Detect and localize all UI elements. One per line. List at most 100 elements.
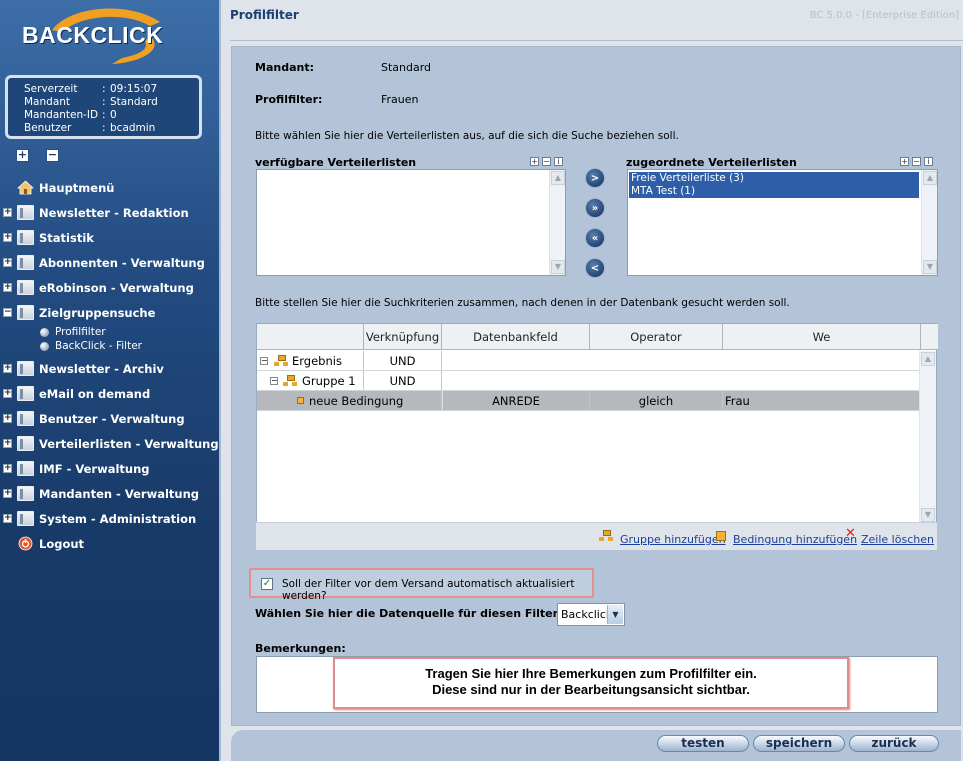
nav-item-hauptmenue[interactable]: Hauptmenü (0, 175, 221, 200)
mandant-value: Standard (381, 61, 432, 74)
row-name: neue Bedingung (309, 394, 404, 408)
expand-icon[interactable]: + (3, 208, 12, 217)
assigned-lists-box[interactable]: Freie Verteilerliste (3) MTA Test (1) ▲ ▼ (627, 169, 938, 276)
table-row-selected[interactable]: neue Bedingung ANREDE gleich Frau (257, 391, 921, 411)
profilfilter-value: Frauen (381, 93, 419, 106)
move-left-button[interactable]: < (585, 258, 605, 278)
move-right-button[interactable]: > (585, 168, 605, 188)
expand-icon[interactable]: + (3, 364, 12, 373)
list-item[interactable]: Freie Verteilerliste (3) (629, 172, 919, 185)
grid-scrollbar[interactable]: ▲ ▼ (919, 351, 936, 523)
back-button[interactable]: zurück (849, 735, 939, 752)
add-group-link[interactable]: Gruppe hinzufügen (620, 533, 726, 546)
expand-icon[interactable]: + (3, 389, 12, 398)
collapse-icon[interactable]: − (260, 357, 268, 365)
expand-icon[interactable]: + (3, 489, 12, 498)
expand-icon[interactable]: + (3, 258, 12, 267)
link-cell[interactable]: UND (364, 351, 442, 371)
nav-label: Logout (39, 536, 85, 551)
nav-label: Benutzer - Verwaltung (39, 411, 185, 426)
expand-all-icon[interactable]: + (16, 149, 29, 162)
nav-item-statistik[interactable]: + Statistik (0, 225, 221, 250)
add-icon[interactable]: + (530, 157, 539, 166)
collapse-icon[interactable]: − (3, 308, 12, 317)
nav-item-newsletter-redaktion[interactable]: + Newsletter - Redaktion (0, 200, 221, 225)
nav-sublabel: Profilfilter (55, 326, 106, 338)
nav-item-abonnenten-verwaltung[interactable]: + Abonnenten - Verwaltung (0, 250, 221, 275)
info-icon[interactable]: i (554, 157, 563, 166)
nav-item-imf-verwaltung[interactable]: + IMF - Verwaltung (0, 456, 221, 481)
delete-icon: ✕ (845, 526, 856, 541)
lists-hint: Bitte wählen Sie hier die Verteilerliste… (255, 130, 679, 142)
add-condition-link[interactable]: Bedingung hinzufügen (733, 533, 857, 546)
column-header[interactable]: Operator (590, 324, 723, 350)
form-panel: Mandant: Standard Profilfilter: Frauen B… (231, 46, 961, 726)
collapse-all-icon[interactable]: − (46, 149, 59, 162)
add-icon[interactable]: + (900, 157, 909, 166)
scrollbar[interactable]: ▲ ▼ (921, 170, 937, 275)
folder-icon (17, 205, 34, 220)
home-icon (17, 180, 34, 195)
grid-actions: Gruppe hinzufügen Bedingung hinzufügen ✕… (256, 522, 937, 550)
chevron-down-icon[interactable]: ▼ (607, 605, 623, 624)
collapse-icon[interactable]: − (270, 377, 278, 385)
nav-sublabel: BackClick - Filter (55, 340, 142, 352)
info-row: Serverzeit:09:15:07 (24, 83, 158, 95)
nav-label: Newsletter - Archiv (39, 361, 164, 376)
auto-update-checkbox[interactable]: ✓ (261, 578, 273, 590)
row-name: Ergebnis (292, 354, 342, 368)
nav-subitem-backclick-filter[interactable]: BackClick - Filter (0, 339, 221, 353)
empty-cell (442, 351, 921, 371)
test-button[interactable]: testen (657, 735, 749, 752)
nav-item-verteilerlisten-verwaltung[interactable]: + Verteilerlisten - Verwaltung (0, 431, 221, 456)
nav-item-system-administration[interactable]: + System - Administration (0, 506, 221, 531)
move-all-left-button[interactable]: « (585, 228, 605, 248)
list-item[interactable]: MTA Test (1) (629, 185, 919, 198)
column-header[interactable]: We (723, 324, 921, 350)
delete-row-link[interactable]: Zeile löschen (861, 533, 934, 546)
logout-icon (18, 536, 33, 551)
expand-icon[interactable]: + (3, 439, 12, 448)
field-cell[interactable]: ANREDE (442, 391, 590, 411)
nav-item-logout[interactable]: Logout (0, 531, 221, 556)
remarks-label: Bemerkungen: (255, 642, 346, 655)
nav-item-email-on-demand[interactable]: + eMail on demand (0, 381, 221, 406)
expand-icon[interactable]: + (3, 414, 12, 423)
nav-item-erobinson-verwaltung[interactable]: + eRobinson - Verwaltung (0, 275, 221, 300)
page-title: Profilfilter (230, 8, 299, 22)
table-row[interactable]: − Ergebnis UND (257, 351, 921, 371)
grid-scroll-corner (921, 324, 938, 350)
value-cell[interactable]: Frau (723, 391, 921, 411)
nav-item-zielgruppensuche[interactable]: − Zielgruppensuche (0, 300, 221, 325)
datasource-select[interactable]: Backclick ▼ (557, 603, 625, 626)
remove-icon[interactable]: − (542, 157, 551, 166)
info-value: bcadmin (110, 122, 156, 134)
expand-icon[interactable]: + (3, 283, 12, 292)
column-header[interactable]: Datenbankfeld (442, 324, 590, 350)
expand-icon[interactable]: + (3, 464, 12, 473)
info-icon[interactable]: i (924, 157, 933, 166)
column-header[interactable]: Verknüpfung (364, 324, 442, 350)
scroll-up-icon: ▲ (921, 352, 935, 366)
info-key: Mandanten-ID (24, 109, 99, 121)
group-tree-icon (283, 375, 297, 387)
link-cell[interactable]: UND (364, 371, 442, 391)
nav-item-benutzer-verwaltung[interactable]: + Benutzer - Verwaltung (0, 406, 221, 431)
move-all-right-button[interactable]: » (585, 198, 605, 218)
nav-subitem-profilfilter[interactable]: Profilfilter (0, 325, 221, 339)
folder-icon (17, 461, 34, 476)
nav-item-newsletter-archiv[interactable]: + Newsletter - Archiv (0, 356, 221, 381)
remarks-callout: Tragen Sie hier Ihre Bemerkungen zum Pro… (333, 657, 849, 709)
folder-icon (17, 255, 34, 270)
backclick-logo[interactable]: BACKCLICK (14, 8, 184, 68)
operator-cell[interactable]: gleich (590, 391, 723, 411)
expand-icon[interactable]: + (3, 514, 12, 523)
remove-icon[interactable]: − (912, 157, 921, 166)
table-row[interactable]: − Gruppe 1 UND (257, 371, 921, 391)
save-button[interactable]: speichern (753, 735, 845, 752)
scrollbar[interactable]: ▲ ▼ (549, 170, 565, 275)
nav-item-mandanten-verwaltung[interactable]: + Mandanten - Verwaltung (0, 481, 221, 506)
available-lists-box[interactable]: ▲ ▼ (256, 169, 566, 276)
session-info-box: Serverzeit:09:15:07 Mandant: Standard Man… (5, 75, 202, 139)
expand-icon[interactable]: + (3, 233, 12, 242)
